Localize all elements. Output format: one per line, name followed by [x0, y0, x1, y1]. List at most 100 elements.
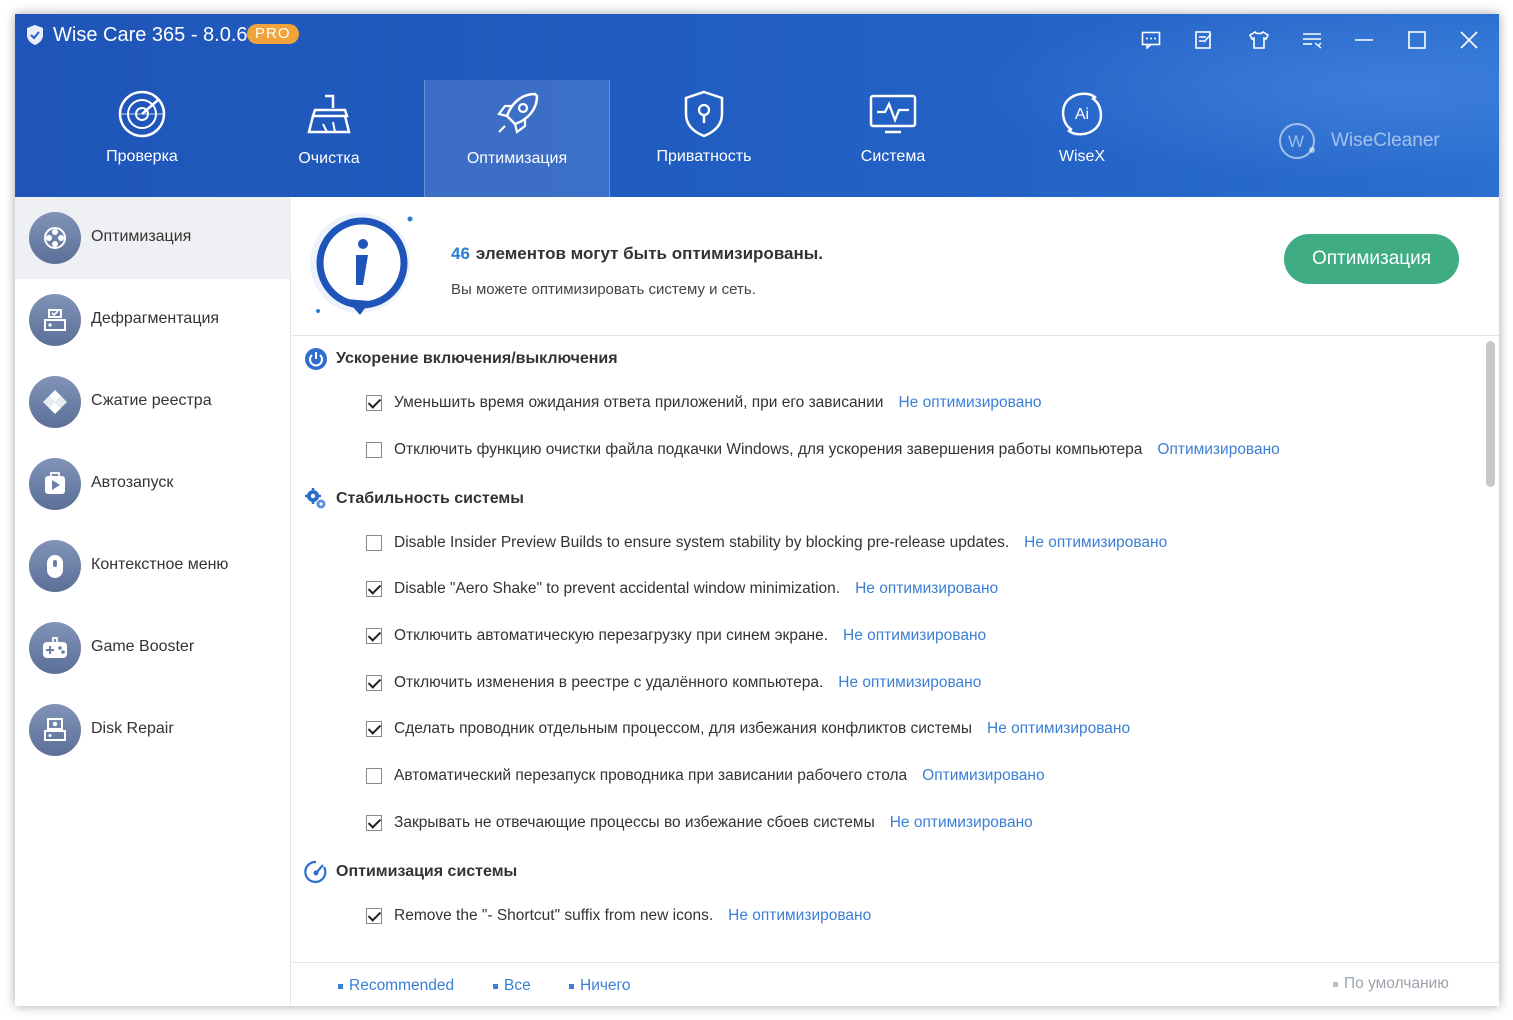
sidebar-item-label: Дефрагментация	[91, 310, 220, 327]
item-checkbox[interactable]	[366, 908, 382, 924]
item-text: Автоматический перезапуск проводника при…	[394, 767, 908, 784]
power-icon	[305, 348, 327, 370]
tab-clean[interactable]: Очистка	[236, 80, 422, 197]
section-header: Ускорение включения/выключения	[304, 347, 618, 371]
tab-system[interactable]: Система	[800, 80, 986, 197]
sidebar-item-registry[interactable]: Сжатие реестра	[15, 361, 291, 443]
minimize-icon[interactable]	[1350, 26, 1378, 54]
tab-system-label: Система	[860, 148, 926, 165]
radar-icon	[118, 90, 166, 138]
item-status: Не оптимизировано	[898, 394, 1042, 411]
tab-privacy[interactable]: Приватность	[611, 80, 797, 197]
summary-banner: 46 элементов могут быть оптимизированы. В…	[292, 197, 1499, 336]
wisecleaner-brand[interactable]: W WiseCleaner	[1277, 122, 1440, 160]
gear-flower-icon	[29, 212, 81, 264]
restore-default-link[interactable]: По умолчанию	[1333, 975, 1449, 993]
item-text: Уменьшить время ожидания ответа приложен…	[394, 394, 884, 411]
tab-wisex-label: WiseX	[1058, 148, 1106, 165]
item-text: Отключить автоматическую перезагрузку пр…	[394, 627, 829, 644]
item-checkbox[interactable]	[366, 768, 382, 784]
item-status: Не оптимизировано	[728, 907, 872, 924]
broom-icon	[307, 94, 351, 134]
recommended-label: Recommended	[349, 977, 455, 994]
app-window: Wise Care 365 - 8.0.6 PRO Проверка Очист…	[15, 14, 1499, 1006]
sidebar-item-label: Сжатие реестра	[91, 392, 212, 409]
optimization-list[interactable]: Ускорение включения/выключения Уменьшить…	[292, 337, 1499, 962]
svg-text:Ai: Ai	[1075, 106, 1089, 123]
app-title: Wise Care 365 - 8.0.6	[53, 24, 248, 46]
item-checkbox[interactable]	[366, 581, 382, 597]
tab-check[interactable]: Проверка	[49, 80, 235, 197]
list-item[interactable]: Автоматический перезапуск проводника при…	[366, 767, 1045, 785]
tab-check-label: Проверка	[106, 148, 178, 165]
gears-icon	[305, 488, 326, 509]
close-icon[interactable]	[1455, 26, 1483, 54]
sidebar-item-label: Контекстное меню	[91, 556, 229, 573]
main-panel: 46 элементов могут быть оптимизированы. В…	[292, 197, 1499, 1006]
list-item[interactable]: Закрывать не отвечающие процессы во избе…	[366, 814, 1033, 832]
sidebar-item-game-booster[interactable]: Game Booster	[15, 607, 291, 689]
item-status: Не оптимизировано	[855, 580, 999, 597]
wisecleaner-logo-icon: W	[1279, 123, 1315, 159]
sidebar-item-disk-repair[interactable]: Disk Repair	[15, 689, 291, 771]
monitor-pulse-icon	[869, 94, 917, 134]
all-label: Все	[504, 977, 531, 994]
item-checkbox[interactable]	[366, 815, 382, 831]
list-item[interactable]: Уменьшить время ожидания ответа приложен…	[366, 394, 1042, 412]
list-item[interactable]: Отключить функцию очистки файла подкачки…	[366, 441, 1280, 459]
item-status: Не оптимизировано	[843, 627, 987, 644]
list-item[interactable]: Remove the "- Shortcut" suffix from new …	[366, 907, 871, 925]
item-status: Не оптимизировано	[889, 814, 1033, 831]
list-item[interactable]: Отключить автоматическую перезагрузку пр…	[366, 627, 986, 645]
tab-wisex[interactable]: Ai WiseX	[989, 80, 1175, 197]
list-item[interactable]: Сделать проводник отдельным процессом, д…	[366, 720, 1130, 738]
section-header: Оптимизация системы	[304, 860, 517, 884]
item-checkbox[interactable]	[366, 535, 382, 551]
item-checkbox[interactable]	[366, 442, 382, 458]
registry-icon	[29, 376, 81, 428]
item-text: Сделать проводник отдельным процессом, д…	[394, 720, 973, 737]
mouse-icon	[29, 540, 81, 592]
default-label: По умолчанию	[1344, 975, 1449, 992]
optimizable-count: 46	[451, 244, 470, 263]
item-checkbox[interactable]	[366, 721, 382, 737]
svg-text:W: W	[1288, 132, 1304, 151]
notes-icon[interactable]	[1190, 26, 1218, 54]
list-item[interactable]: Disable Insider Preview Builds to ensure…	[366, 534, 1167, 552]
scrollbar[interactable]	[1486, 341, 1495, 487]
section-header: Стабильность системы	[304, 487, 524, 511]
item-status: Оптимизировано	[922, 767, 1045, 784]
banner-subtitle: Вы можете оптимизировать систему и сеть.	[451, 281, 756, 298]
sidebar-item-label: Game Booster	[91, 638, 195, 655]
menu-icon[interactable]	[1298, 26, 1326, 54]
disk-defrag-icon	[29, 294, 81, 346]
sidebar-item-context-menu[interactable]: Контекстное меню	[15, 525, 291, 607]
sidebar: Оптимизация Дефрагментация Сжатие реестр…	[15, 197, 291, 1006]
item-text: Закрывать не отвечающие процессы во избе…	[394, 814, 875, 831]
select-all-link[interactable]: Все	[493, 977, 531, 995]
list-item[interactable]: Disable "Aero Shake" to prevent accident…	[366, 580, 998, 598]
maximize-icon[interactable]	[1403, 26, 1431, 54]
sidebar-item-autorun[interactable]: Автозапуск	[15, 443, 291, 525]
speedometer-icon	[304, 860, 327, 884]
ai-icon: Ai	[1061, 92, 1103, 136]
item-checkbox[interactable]	[366, 675, 382, 691]
item-status: Не оптимизировано	[987, 720, 1131, 737]
tab-clean-label: Очистка	[298, 150, 360, 167]
shirt-icon[interactable]	[1245, 26, 1273, 54]
sidebar-item-defrag[interactable]: Дефрагментация	[15, 279, 291, 361]
sidebar-item-optimization[interactable]: Оптимизация	[15, 197, 291, 279]
rocket-icon	[497, 92, 539, 134]
optimize-button[interactable]: Оптимизация	[1284, 234, 1459, 284]
info-icon	[310, 213, 413, 315]
item-status: Оптимизировано	[1157, 441, 1280, 458]
feedback-icon[interactable]	[1137, 26, 1165, 54]
item-checkbox[interactable]	[366, 395, 382, 411]
optimizable-headline: элементов могут быть оптимизированы.	[475, 244, 824, 263]
optimizable-count-line: 46 элементов могут быть оптимизированы.	[451, 244, 823, 264]
list-item[interactable]: Отключить изменения в реестре с удалённо…	[366, 674, 981, 692]
select-none-link[interactable]: Ничего	[569, 977, 630, 995]
item-checkbox[interactable]	[366, 628, 382, 644]
select-recommended-link[interactable]: Recommended	[338, 977, 454, 995]
tab-optimize[interactable]: Оптимизация	[424, 80, 610, 197]
